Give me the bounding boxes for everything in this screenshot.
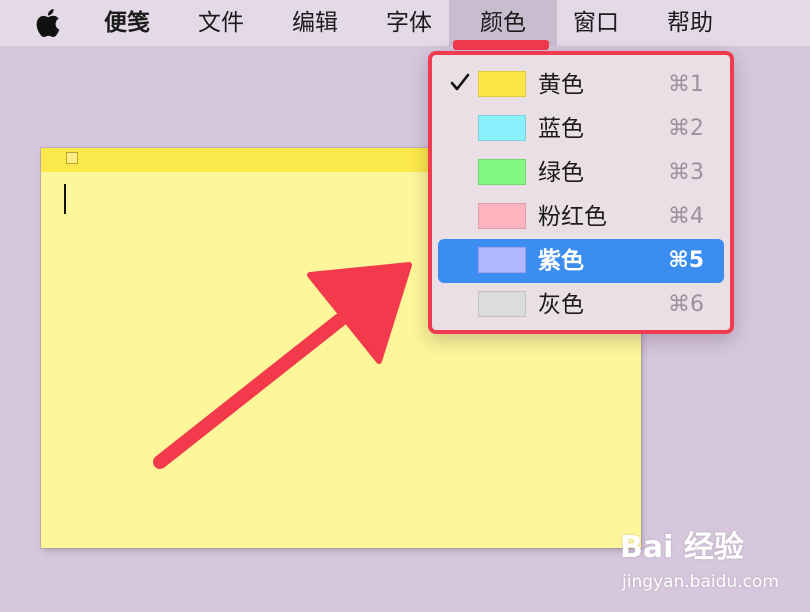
shortcut-label: ⌘4 (668, 204, 704, 229)
swatch-purple (478, 247, 526, 273)
shortcut-label: ⌘5 (668, 248, 704, 273)
watermark-url: jingyan.baidu.com (622, 572, 779, 592)
color-item-yellow[interactable]: 黄色 ⌘1 (438, 63, 724, 107)
color-item-pink[interactable]: 粉红色 ⌘4 (438, 195, 724, 239)
shortcut-label: ⌘2 (668, 116, 704, 141)
watermark-logo: Bai 经验 (620, 530, 744, 565)
swatch-yellow (478, 71, 526, 97)
color-item-label: 蓝色 (538, 116, 584, 142)
color-item-blue[interactable]: 蓝色 ⌘2 (438, 107, 724, 151)
apple-logo-icon[interactable] (34, 8, 60, 38)
menu-app-name[interactable]: 便笺 (92, 0, 162, 46)
color-item-label: 粉红色 (538, 204, 607, 230)
color-item-label: 灰色 (538, 292, 584, 318)
color-item-label: 黄色 (538, 72, 584, 98)
shortcut-label: ⌘3 (668, 160, 704, 185)
color-item-purple[interactable]: 紫色 ⌘5 (438, 239, 724, 283)
shortcut-label: ⌘1 (668, 72, 704, 97)
swatch-pink (478, 203, 526, 229)
color-item-green[interactable]: 绿色 ⌘3 (438, 151, 724, 195)
checkmark-icon (450, 73, 470, 91)
color-item-label: 绿色 (538, 160, 584, 186)
shortcut-label: ⌘6 (668, 292, 704, 317)
menu-window[interactable]: 窗口 (561, 0, 631, 46)
note-close-button[interactable] (66, 152, 78, 164)
swatch-gray (478, 291, 526, 317)
swatch-blue (478, 115, 526, 141)
menu-edit[interactable]: 编辑 (280, 0, 350, 46)
menu-help[interactable]: 帮助 (655, 0, 725, 46)
annotation-highlight-bar (453, 40, 549, 50)
text-cursor (64, 184, 66, 214)
color-menu-dropdown: 黄色 ⌘1 蓝色 ⌘2 绿色 ⌘3 粉红色 ⌘4 紫色 ⌘5 灰色 ⌘6 (428, 51, 734, 334)
menu-font[interactable]: 字体 (374, 0, 444, 46)
color-item-gray[interactable]: 灰色 ⌘6 (438, 283, 724, 327)
color-item-label: 紫色 (538, 248, 584, 274)
menu-file[interactable]: 文件 (186, 0, 256, 46)
swatch-green (478, 159, 526, 185)
menu-bar: 便笺 文件 编辑 字体 颜色 窗口 帮助 (0, 0, 810, 46)
baidu-jingyan-watermark: Bai 经验 jingyan.baidu.com (620, 528, 800, 598)
